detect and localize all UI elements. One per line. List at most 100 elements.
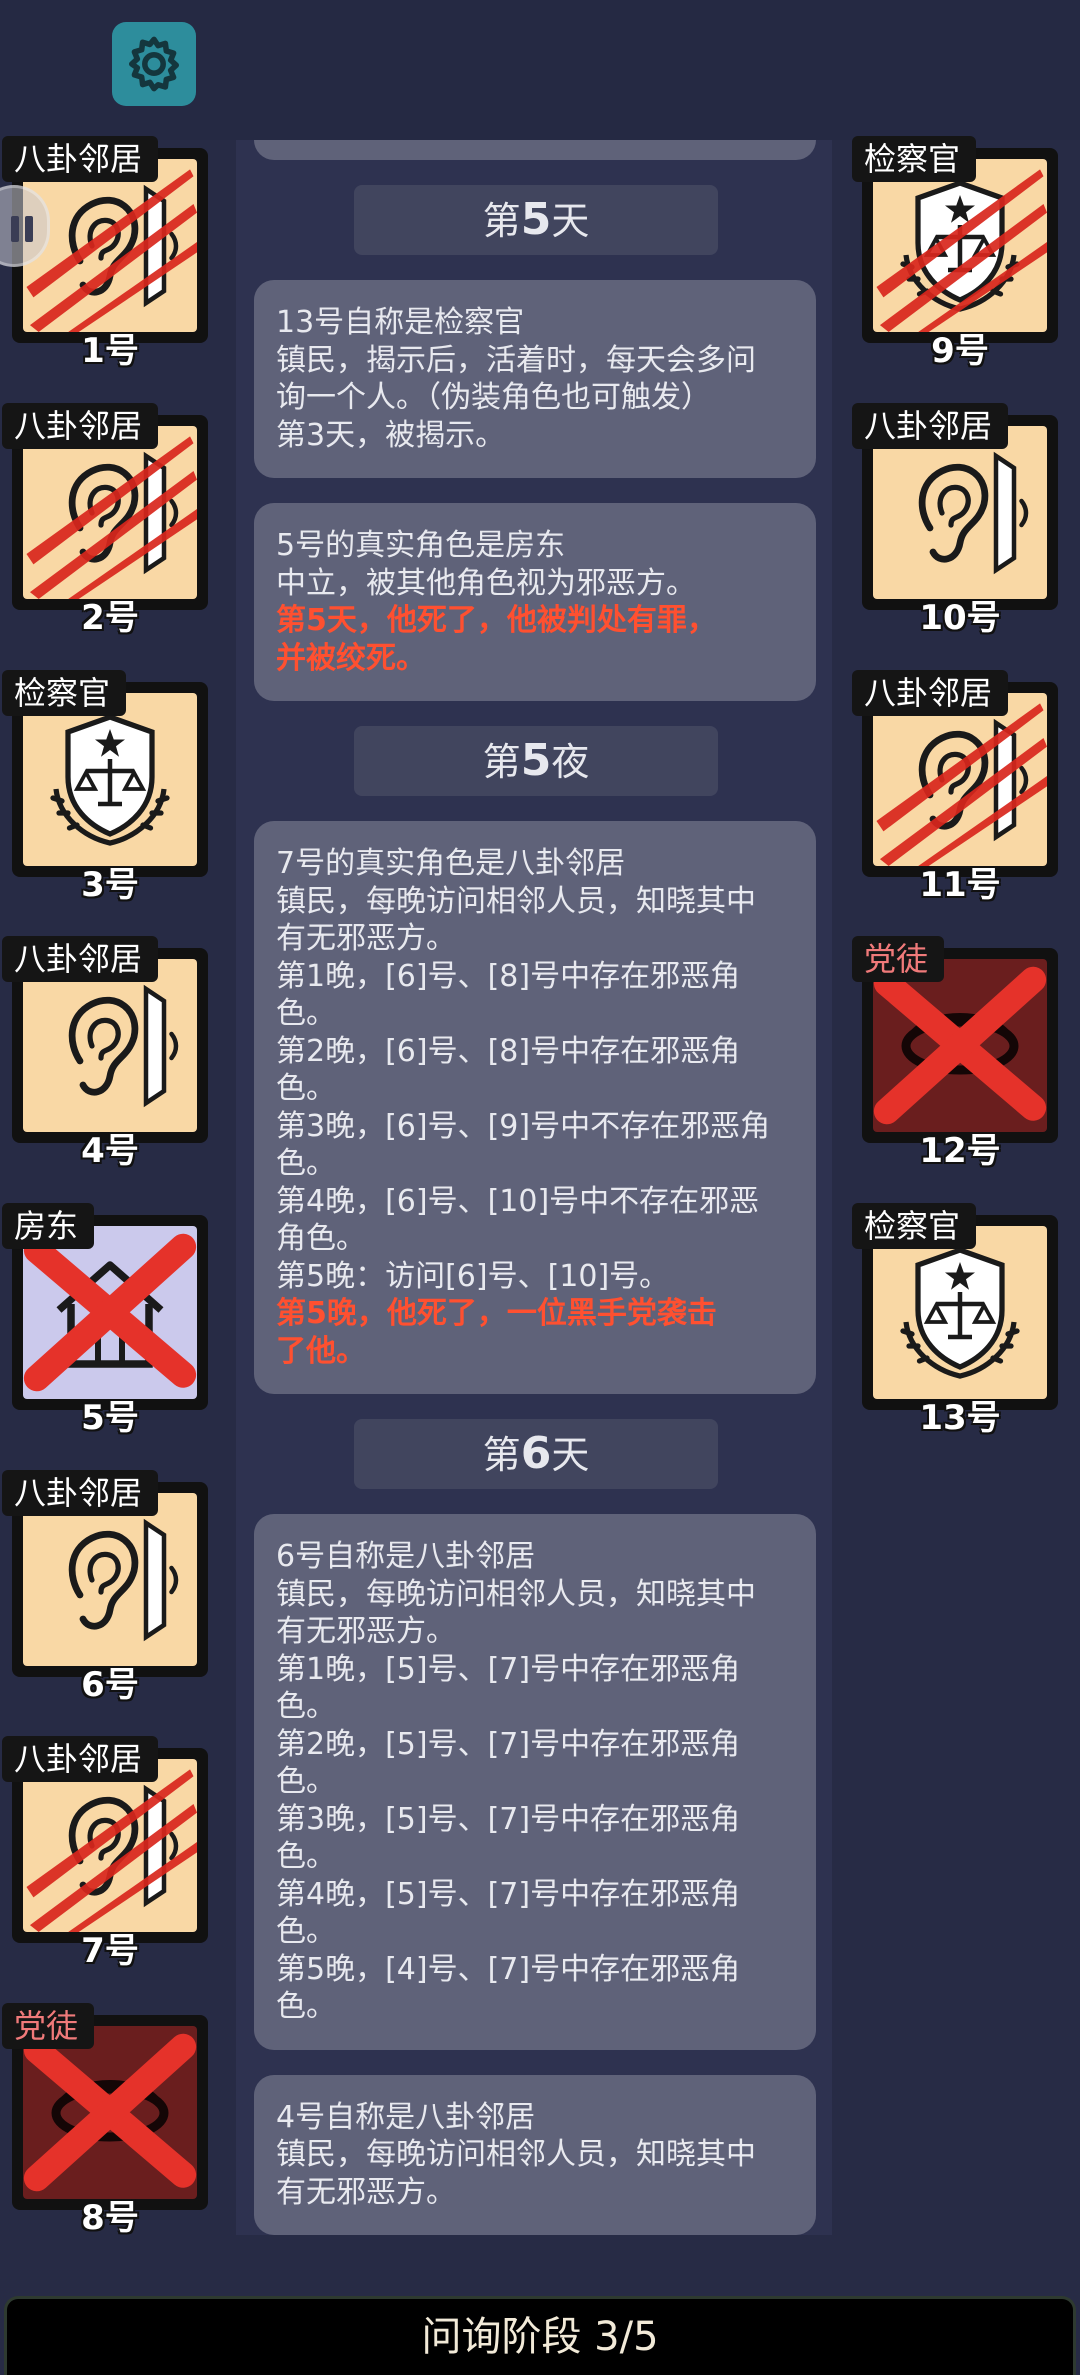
role-art bbox=[873, 959, 1047, 1132]
role-label: 检察官 bbox=[852, 136, 977, 182]
log-message: 13号自称是检察官 镇民，揭示后，活着时，每天会多问 询一个人。（伪装角色也可触发）… bbox=[254, 280, 816, 478]
message-line: 镇民，揭示后，活着时，每天会多问 bbox=[276, 342, 756, 378]
player-number: 7号 bbox=[81, 1931, 139, 1971]
log-message: 7号的真实角色是八卦邻居 镇民，每晚访问相邻人员，知晓其中 有无邪恶方。 第1晚，[6… bbox=[254, 821, 816, 1394]
message-line: 色。 bbox=[276, 1989, 336, 2024]
message-line: 第4晚，[5]号、[7]号中存在邪恶角 bbox=[276, 1876, 741, 1912]
log-message: 5号的真实角色是房东 中立，被其他角色视为邪恶方。 第5天，他死了，他被判处有罪，并… bbox=[254, 503, 816, 701]
message-line: 色。 bbox=[276, 1146, 336, 1181]
role-label: 八卦邻居 bbox=[2, 1470, 159, 1516]
log-message: 6号自称是八卦邻居 镇民，每晚访问相邻人员，知晓其中 有无邪恶方。 第1晚，[5]号、… bbox=[254, 1514, 816, 2050]
message-line: 中立，被其他角色视为邪恶方。 bbox=[276, 565, 696, 601]
role-label: 检察官 bbox=[852, 1203, 977, 1249]
player-card[interactable]: 党徒 12号 bbox=[852, 936, 1058, 1171]
dead-cross-icon bbox=[873, 966, 1047, 1125]
player-card[interactable]: 房东 5号 bbox=[2, 1203, 208, 1438]
message-line: 第5晚，[4]号、[7]号中存在邪恶角 bbox=[276, 1951, 741, 1987]
player-card[interactable]: 八卦邻居 6号 bbox=[2, 1470, 208, 1705]
player-number: 5号 bbox=[81, 1398, 139, 1438]
day-suffix: 夜 bbox=[551, 740, 590, 784]
role-art bbox=[23, 693, 197, 866]
role-art bbox=[873, 1226, 1047, 1399]
day-prefix: 第 bbox=[482, 199, 521, 243]
dead-cross-icon bbox=[23, 2033, 197, 2192]
role-label: 八卦邻居 bbox=[2, 1736, 159, 1782]
player-card[interactable]: 八卦邻居 4号 bbox=[2, 936, 208, 1171]
ear-icon bbox=[68, 984, 179, 1107]
message-line: 有无邪恶方。 bbox=[276, 2174, 456, 2210]
day-header: 第6天 bbox=[354, 1419, 718, 1489]
message-line: 色。 bbox=[276, 1689, 336, 1724]
death-notice-line: 并被绞死。 bbox=[276, 640, 426, 676]
day-suffix: 天 bbox=[551, 1433, 590, 1477]
role-label: 八卦邻居 bbox=[852, 670, 1009, 716]
claw-marks-icon bbox=[876, 169, 1047, 332]
message-line: 第3晚，[6]号、[9]号中不存在邪恶角 bbox=[276, 1108, 771, 1144]
message-line: 7号的真实角色是八卦邻居 bbox=[276, 846, 626, 881]
day-number: 5 bbox=[520, 194, 552, 245]
claw-marks-icon bbox=[26, 1769, 197, 1932]
player-card[interactable]: 八卦邻居 11号 bbox=[852, 670, 1058, 905]
player-card[interactable]: 党徒 8号 bbox=[2, 2003, 208, 2238]
role-art bbox=[23, 159, 197, 332]
player-number: 8号 bbox=[81, 2198, 139, 2238]
role-art bbox=[23, 426, 197, 599]
ear-icon bbox=[68, 1518, 179, 1641]
player-card[interactable]: 检察官 13号 bbox=[852, 1203, 1058, 1438]
message-line: 色。 bbox=[276, 996, 336, 1031]
role-label: 八卦邻居 bbox=[2, 136, 159, 182]
day-suffix: 天 bbox=[551, 199, 590, 243]
player-card[interactable]: 检察官 3号 bbox=[2, 670, 208, 905]
message-line: 色。 bbox=[276, 1839, 336, 1874]
log-message: 4号自称是八卦邻居 镇民，每晚访问相邻人员，知晓其中 有无邪恶方。 bbox=[254, 2074, 816, 2235]
prosecutor-badge-icon bbox=[900, 1246, 1020, 1379]
claw-marks-icon bbox=[876, 703, 1047, 866]
player-card[interactable]: 八卦邻居 2号 bbox=[2, 403, 208, 638]
player-number: 13号 bbox=[919, 1398, 1001, 1438]
claw-marks-icon bbox=[26, 169, 197, 332]
player-number: 2号 bbox=[81, 598, 139, 638]
ear-icon bbox=[918, 451, 1029, 574]
day-header: 第5夜 bbox=[354, 726, 718, 796]
message-line: 镇民，每晚访问相邻人员，知晓其中 bbox=[276, 2137, 756, 2172]
message-line: 第2晚，[6]号、[8]号中存在邪恶角 bbox=[276, 1033, 741, 1069]
message-line: 第4晚，[6]号、[10]号中不存在邪恶 bbox=[276, 1183, 760, 1219]
player-number: 4号 bbox=[81, 1131, 139, 1171]
player-card[interactable]: 八卦邻居 7号 bbox=[2, 1736, 208, 1971]
message-line: 询一个人。（伪装角色也可触发） bbox=[276, 380, 711, 415]
message-line: 第1晚，[5]号、[7]号中存在邪恶角 bbox=[276, 1651, 741, 1687]
death-notice-line: 了他。 bbox=[276, 1333, 366, 1369]
message-line: 第2晚，[5]号、[7]号中存在邪恶角 bbox=[276, 1726, 741, 1762]
role-label: 八卦邻居 bbox=[2, 403, 159, 449]
role-label: 党徒 bbox=[852, 936, 945, 982]
role-art bbox=[23, 1226, 197, 1399]
player-card[interactable]: 八卦邻居 10号 bbox=[852, 403, 1058, 638]
role-art bbox=[23, 1493, 197, 1666]
player-number: 12号 bbox=[919, 1131, 1001, 1171]
message-line: 色。 bbox=[276, 1764, 336, 1799]
player-number: 11号 bbox=[919, 865, 1001, 905]
top-bar bbox=[0, 0, 1080, 140]
phase-indicator: 问询阶段 3/5 bbox=[4, 2296, 1076, 2375]
day-number: 6 bbox=[520, 1428, 552, 1479]
message-line: 第5晚：访问[6]号、[10]号。 bbox=[276, 1258, 670, 1294]
message-line: 镇民，每晚访问相邻人员，知晓其中 bbox=[276, 1576, 756, 1612]
role-art bbox=[873, 693, 1047, 866]
message-line: 第1晚，[6]号、[8]号中存在邪恶角 bbox=[276, 958, 741, 994]
role-label: 八卦邻居 bbox=[852, 403, 1009, 449]
message-line: 有无邪恶方。 bbox=[276, 921, 456, 956]
log-previous-message-edge bbox=[254, 140, 816, 160]
settings-button[interactable] bbox=[112, 22, 196, 106]
message-line: 第3晚，[5]号、[7]号中存在邪恶角 bbox=[276, 1801, 741, 1837]
player-card[interactable]: 检察官 9号 bbox=[852, 136, 1058, 371]
day-prefix: 第 bbox=[482, 740, 521, 784]
message-line: 4号自称是八卦邻居 bbox=[276, 2099, 536, 2135]
message-line: 有无邪恶方。 bbox=[276, 1614, 456, 1649]
day-number: 5 bbox=[520, 735, 552, 786]
dead-cross-icon bbox=[23, 1233, 197, 1392]
player-number: 3号 bbox=[81, 865, 139, 905]
death-notice-line: 第5晚，他死了，一位黑手党袭击 bbox=[276, 1296, 717, 1331]
game-log[interactable]: 第5天 13号自称是检察官 镇民，揭示后，活着时，每天会多问 询一个人。（伪装角色也可… bbox=[236, 140, 832, 2235]
day-header: 第5天 bbox=[354, 185, 718, 255]
message-line: 第3天，被揭示。 bbox=[276, 417, 506, 453]
